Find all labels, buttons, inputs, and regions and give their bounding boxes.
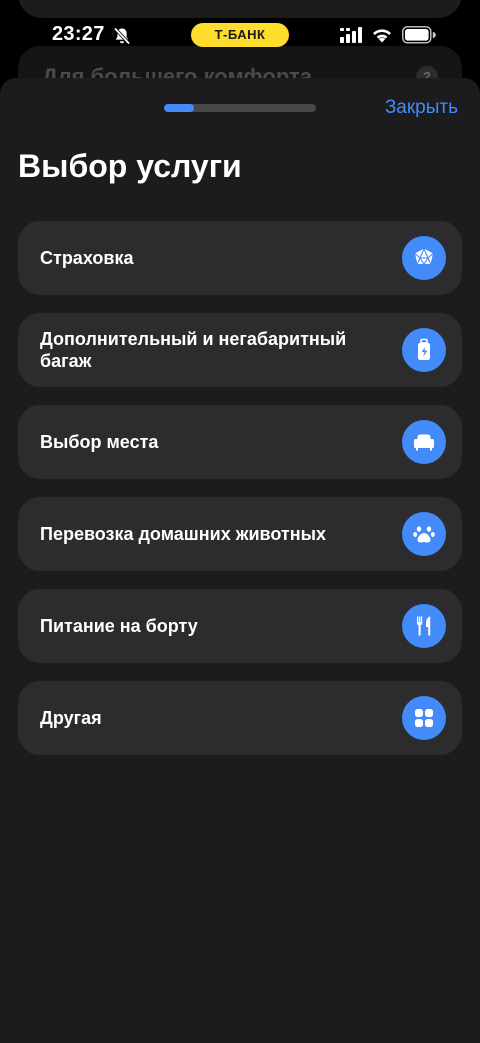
service-item-label: Дополнительный и негабаритный багаж: [40, 329, 347, 371]
services-list: Страховка Дополнительный и негабаритный …: [18, 221, 462, 773]
meal-icon: [402, 604, 446, 648]
page-title: Выбор услуги: [18, 148, 242, 184]
service-item-other[interactable]: Другая: [18, 681, 462, 755]
service-item-label: Выбор места: [40, 432, 159, 452]
background-card-top: [18, 0, 462, 18]
wifi-icon: [373, 29, 391, 43]
service-item-extra-baggage[interactable]: Дополнительный и негабаритный багаж: [18, 313, 462, 387]
seat-icon: [402, 420, 446, 464]
step-progress-bar: [164, 104, 316, 112]
service-item-insurance[interactable]: Страховка: [18, 221, 462, 295]
grid-icon: [402, 696, 446, 740]
service-item-onboard-meals[interactable]: Питание на борту: [18, 589, 462, 663]
bell-slash-icon: [113, 27, 131, 45]
signal-icon: [340, 27, 362, 43]
service-item-seat-selection[interactable]: Выбор места: [18, 405, 462, 479]
battery-icon: [402, 26, 436, 44]
status-bar: 23:27 Т-БАНК: [0, 18, 480, 54]
service-selection-sheet: Закрыть Выбор услуги Страховка Дополните…: [0, 78, 480, 1043]
status-time: 23:27: [52, 23, 105, 45]
service-item-label: Другая: [40, 708, 102, 728]
service-item-pet-transport[interactable]: Перевозка домашних животных: [18, 497, 462, 571]
close-button[interactable]: Закрыть: [385, 97, 458, 119]
service-item-label: Перевозка домашних животных: [40, 524, 327, 544]
step-progress-fill: [164, 104, 195, 112]
service-item-label: Питание на борту: [40, 616, 198, 636]
carrier-badge: Т-БАНК: [191, 23, 289, 47]
service-item-label: Страховка: [40, 248, 134, 268]
insurance-icon: [402, 236, 446, 280]
paw-icon: [402, 512, 446, 556]
luggage-icon: [402, 328, 446, 372]
